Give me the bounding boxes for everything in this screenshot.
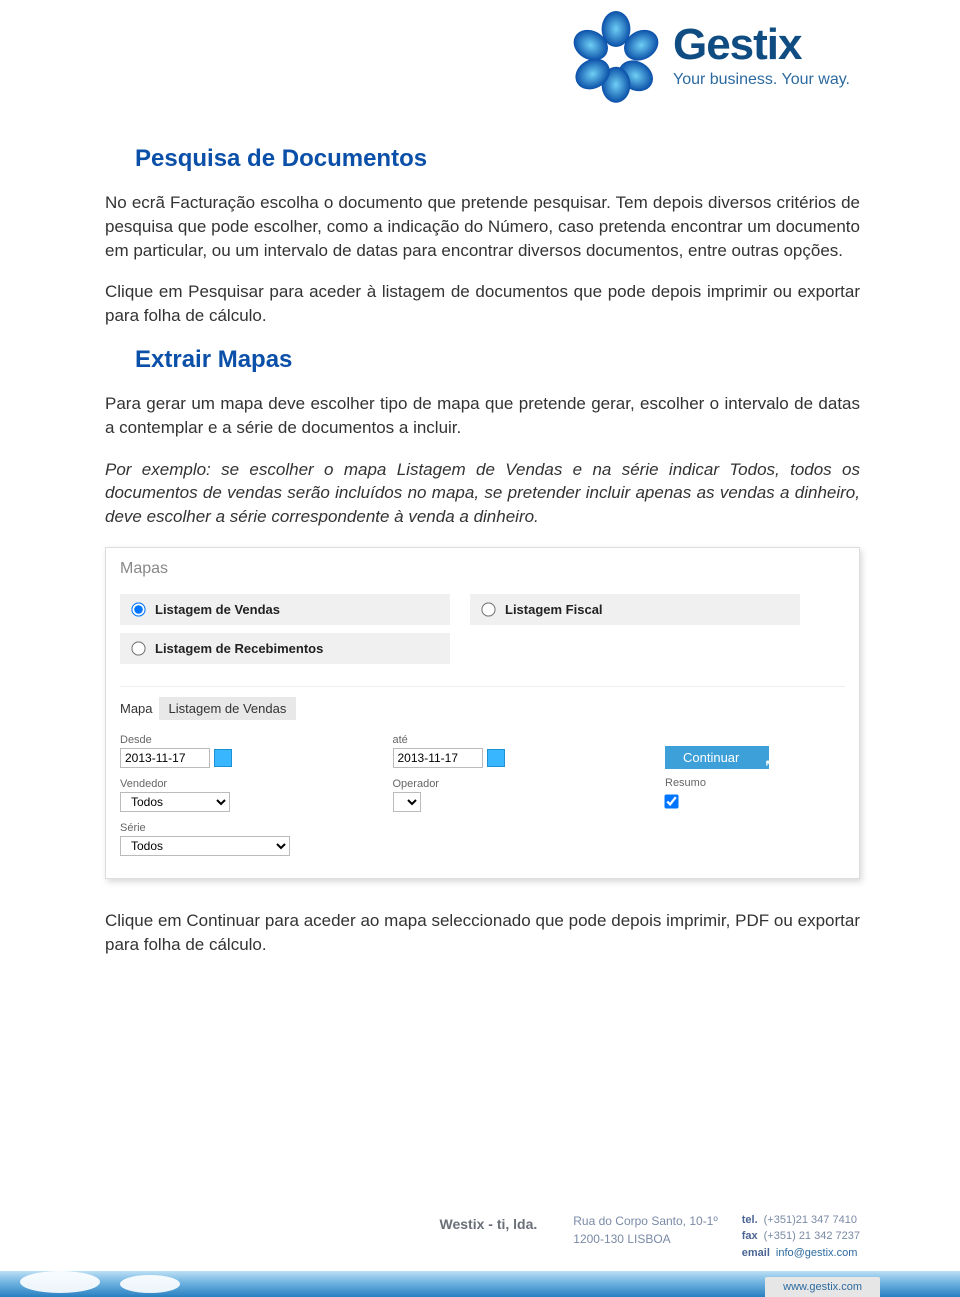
- fax-label: fax: [742, 1230, 758, 1242]
- mapas-title: Mapas: [120, 560, 845, 578]
- date-from-input[interactable]: [120, 748, 210, 768]
- heading-extrair: Extrair Mapas: [135, 346, 860, 374]
- cloud-icon: [20, 1271, 100, 1293]
- resumo-checkbox[interactable]: [664, 794, 678, 808]
- tel-value: (+351)21 347 7410: [764, 1214, 857, 1226]
- footer-contacts: tel. (+351)21 347 7410 fax (+351) 21 342 7…: [742, 1212, 860, 1262]
- selected-map-label: Mapa: [120, 701, 153, 716]
- cursor-icon: ↖: [764, 755, 777, 775]
- fax-value: (+351) 21 342 7237: [764, 1230, 860, 1242]
- email-label: email: [742, 1247, 770, 1259]
- brand-tagline: Your business. Your way.: [673, 71, 850, 89]
- continuar-button[interactable]: Continuar ↖: [665, 746, 769, 769]
- footer: Westix - ti, lda. Rua do Corpo Santo, 10…: [0, 1212, 960, 1262]
- footer-company: Westix - ti, lda.: [440, 1212, 538, 1232]
- logo-flower-icon: [571, 6, 661, 106]
- radio-listagem-vendas[interactable]: Listagem de Vendas: [120, 594, 450, 625]
- operador-select[interactable]: [393, 792, 421, 812]
- radio-listagem-recebimentos[interactable]: Listagem de Recebimentos: [120, 633, 450, 664]
- radio-input[interactable]: [131, 602, 145, 616]
- mapas-panel: Mapas Listagem de Vendas Listagem Fiscal…: [105, 547, 860, 879]
- radio-input[interactable]: [481, 602, 495, 616]
- radio-label: Listagem de Vendas: [155, 602, 280, 617]
- cloud-icon: [120, 1275, 180, 1293]
- calendar-icon[interactable]: [487, 749, 505, 767]
- button-label: Continuar: [683, 750, 739, 765]
- radio-label: Listagem Fiscal: [505, 602, 603, 617]
- label-resumo: Resumo: [665, 777, 845, 789]
- paragraph: Para gerar um mapa deve escolher tipo de…: [105, 392, 860, 440]
- addr-line: Rua do Corpo Santo, 10-1º: [573, 1212, 717, 1230]
- footer-address: Rua do Corpo Santo, 10-1º 1200-130 LISBO…: [573, 1212, 717, 1248]
- selected-map-value: Listagem de Vendas: [159, 697, 297, 720]
- addr-line: 1200-130 LISBOA: [573, 1230, 717, 1248]
- paragraph-example: Por exemplo: se escolher o mapa Listagem…: [105, 458, 860, 529]
- calendar-icon[interactable]: [214, 749, 232, 767]
- paragraph: No ecrã Facturação escolha o documento q…: [105, 191, 860, 262]
- brand-name: Gestix: [673, 23, 850, 67]
- label-ate: até: [393, 734, 666, 746]
- radio-listagem-fiscal[interactable]: Listagem Fiscal: [470, 594, 800, 625]
- serie-select[interactable]: Todos: [120, 836, 290, 856]
- label-desde: Desde: [120, 734, 393, 746]
- paragraph-outro: Clique em Continuar para aceder ao mapa …: [105, 909, 860, 957]
- heading-pesquisa: Pesquisa de Documentos: [135, 145, 860, 173]
- brand-header: Gestix Your business. Your way.: [571, 6, 850, 106]
- radio-label: Listagem de Recebimentos: [155, 641, 323, 656]
- paragraph: Clique em Pesquisar para aceder à listag…: [105, 280, 860, 328]
- label-vendedor: Vendedor: [120, 778, 393, 790]
- vendedor-select[interactable]: Todos: [120, 792, 230, 812]
- date-to-input[interactable]: [393, 748, 483, 768]
- label-serie: Série: [120, 822, 393, 834]
- label-operador: Operador: [393, 778, 666, 790]
- email-value: info@gestix.com: [776, 1247, 857, 1259]
- radio-input[interactable]: [131, 641, 145, 655]
- tel-label: tel.: [742, 1214, 758, 1226]
- site-link[interactable]: www.gestix.com: [765, 1277, 880, 1297]
